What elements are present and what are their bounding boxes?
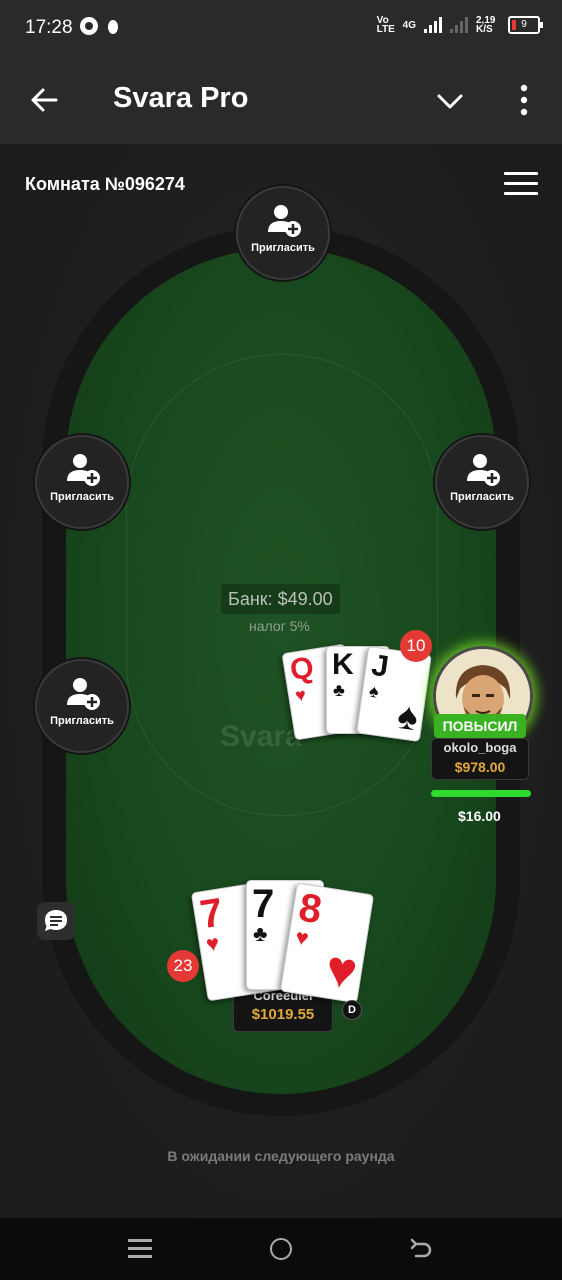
my-score-badge: 23: [167, 950, 199, 982]
game-area: Комната №096274 Svara Банк: $49.00 налог…: [0, 144, 562, 1218]
card-suit-large: ♥: [321, 939, 362, 1002]
invite-label: Пригласить: [50, 715, 114, 727]
my-chips: $1019.55: [251, 1006, 315, 1023]
more-vert-icon[interactable]: [510, 82, 538, 118]
chevron-down-icon[interactable]: [433, 84, 467, 118]
signal-icon-secondary: [450, 17, 468, 33]
bank-amount: Банк: $49.00: [221, 584, 340, 614]
card-suit: ♥: [293, 924, 311, 951]
alarm-icon: [80, 17, 98, 35]
system-nav-bar: [0, 1218, 562, 1280]
invite-seat-left-bottom[interactable]: Пригласить: [35, 659, 129, 753]
back-icon[interactable]: [408, 1236, 434, 1262]
card-rank: J: [369, 648, 391, 684]
invite-seat-top[interactable]: Пригласить: [236, 186, 330, 280]
opponent-name: okolo_boga: [443, 740, 517, 755]
invite-label: Пригласить: [450, 491, 514, 503]
battery-level: 9: [521, 19, 527, 30]
opponent-timer-bar: [431, 790, 531, 797]
add-user-icon: [467, 454, 500, 486]
battery-icon: 9: [508, 16, 543, 34]
network-type: 4G: [402, 19, 416, 31]
dealer-button: D: [342, 1000, 362, 1020]
card-rank: 7: [252, 882, 275, 926]
home-icon[interactable]: [270, 1238, 292, 1260]
card-suit: ♥: [204, 930, 222, 957]
add-user-icon: [67, 678, 100, 710]
back-arrow-icon[interactable]: [26, 82, 62, 118]
invite-seat-left-top[interactable]: Пригласить: [35, 435, 129, 529]
card-rank: K: [332, 648, 354, 681]
invite-label: Пригласить: [50, 491, 114, 503]
volte-indicator: Vo LTE: [376, 15, 395, 35]
invite-seat-right[interactable]: Пригласить: [435, 435, 529, 529]
add-user-icon: [67, 454, 100, 486]
chat-button[interactable]: [37, 902, 75, 940]
tax-label: налог 5%: [249, 618, 310, 634]
recent-apps-icon[interactable]: [128, 1239, 152, 1259]
opponent-action-badge: ПОВЫСИЛ: [434, 714, 526, 738]
app-title: Svara Pro: [113, 82, 249, 114]
card-suit: ♣: [333, 680, 345, 700]
card-rank: 7: [197, 890, 226, 938]
chat-icon: [45, 910, 67, 931]
table-watermark: Svara: [220, 720, 302, 753]
opponent-bet: $16.00: [458, 808, 501, 824]
signal-icon: [424, 17, 442, 33]
app-bar: Svara Pro: [0, 58, 562, 144]
status-message: В ожидании следующего раунда: [167, 1148, 395, 1164]
network-speed: 2,19 K/S: [476, 15, 496, 35]
card-suit: ♣: [253, 921, 268, 946]
status-indicators: Vo LTE 4G 2,19 K/S 9: [376, 15, 543, 35]
room-title: Комната №096274: [25, 174, 185, 194]
card-rank: Q: [287, 650, 316, 688]
opponent-plate[interactable]: okolo_boga $978.00: [431, 738, 529, 780]
opponent-score-badge: 10: [400, 630, 432, 662]
card-suit: ♠: [367, 680, 381, 702]
card-suit: ♥: [293, 684, 308, 706]
card-suit-large: ♠: [394, 694, 421, 740]
add-user-icon: [268, 205, 301, 237]
status-time: 17:28: [25, 17, 73, 38]
invite-label: Пригласить: [251, 242, 315, 254]
notification-icon: [108, 20, 118, 34]
menu-icon[interactable]: [504, 172, 538, 198]
status-bar: 17:28 Vo LTE 4G 2,19 K/S 9: [0, 0, 562, 58]
opponent-chips: $978.00: [454, 759, 506, 775]
